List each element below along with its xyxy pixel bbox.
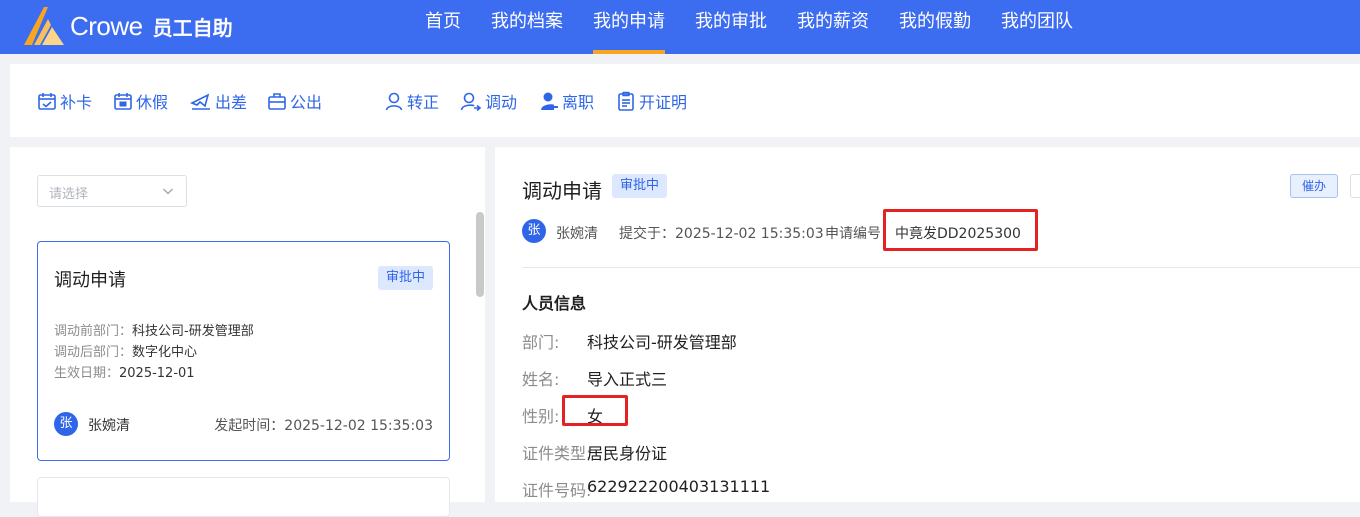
info-label-id-number: 证件号码: (522, 481, 592, 500)
highlight-box-application-number (883, 209, 1038, 251)
toolbar-business-trip[interactable]: 出差 (190, 90, 247, 112)
info-value-id-number: 622922200403131111 (587, 477, 771, 496)
list-scrollbar[interactable] (476, 212, 484, 297)
logo[interactable]: Crowe 员工自助 (20, 3, 260, 49)
card-submit-time: 发起时间：2025-12-02 15:35:03 (214, 418, 433, 434)
highlight-box-gender (562, 395, 628, 426)
plane-icon (190, 93, 210, 110)
toolbar-resignation[interactable]: 离职 (539, 90, 594, 112)
filter-select-placeholder: 请选择 (49, 187, 89, 202)
section-title-personnel-info: 人员信息 (522, 294, 587, 313)
toolbar-makeup-punch[interactable]: 补卡 (37, 90, 92, 112)
detail-divider (522, 267, 1360, 268)
detail-avatar: 张 (522, 219, 546, 243)
application-toolbar: 补卡 休假 出差 公出 转正 调动 离职 开证明 (10, 64, 1360, 137)
nav-my-approvals[interactable]: 我的审批 (680, 0, 782, 54)
card-status-badge: 审批中 (377, 266, 433, 290)
product-name: 员工自助 (152, 15, 233, 40)
application-card-next[interactable] (37, 477, 450, 517)
top-navigation-bar: Crowe 员工自助 首页 我的档案 我的申请 我的审批 我的薪资 我的假勤 我… (0, 0, 1360, 54)
toolbar-regularization[interactable]: 转正 (384, 90, 439, 112)
detail-user-name: 张婉清 (556, 226, 598, 242)
nav-profile[interactable]: 我的档案 (476, 0, 578, 54)
card-field-from-dept: 调动前部门：科技公司-研发管理部 (54, 324, 254, 339)
calendar-leave-icon (114, 93, 132, 110)
urge-button[interactable]: 催办 (1290, 174, 1338, 198)
more-button[interactable] (1350, 174, 1360, 198)
toolbar-official-out[interactable]: 公出 (267, 90, 322, 112)
crowe-logo-icon (24, 7, 64, 45)
application-card[interactable]: 调动申请 审批中 调动前部门：科技公司-研发管理部 调动后部门：数字化中心 生效… (37, 241, 450, 461)
toolbar-leave[interactable]: 休假 (113, 90, 168, 112)
chevron-down-icon (163, 188, 173, 195)
nav-home[interactable]: 首页 (410, 0, 476, 54)
nav-my-applications[interactable]: 我的申请 (578, 0, 680, 54)
calendar-check-icon (38, 93, 56, 110)
info-label-id-type: 证件类型: (522, 444, 592, 463)
info-label-department: 部门: (522, 333, 560, 352)
card-title: 调动申请 (54, 270, 126, 291)
application-detail-panel: 调动申请 审批中 催办 张 张婉清 提交于：2025-12-02 15:35:0… (495, 147, 1360, 502)
user-transfer-icon (460, 92, 482, 111)
card-user-name: 张婉清 (88, 418, 130, 434)
info-value-name: 导入正式三 (587, 370, 668, 389)
card-field-to-dept: 调动后部门：数字化中心 (54, 345, 198, 360)
filter-select[interactable]: 请选择 (37, 175, 187, 207)
brand-name: Crowe (70, 10, 143, 41)
clipboard-icon (618, 91, 634, 111)
application-list-panel: 请选择 调动申请 审批中 调动前部门：科技公司-研发管理部 调动后部门：数字化中… (10, 147, 485, 517)
nav-attendance[interactable]: 我的假勤 (884, 0, 986, 54)
briefcase-icon (268, 93, 286, 110)
info-label-gender: 性别: (522, 407, 560, 426)
card-avatar: 张 (54, 412, 78, 436)
info-value-id-type: 居民身份证 (587, 444, 668, 463)
info-label-name: 姓名: (522, 370, 560, 389)
detail-submitted-time: 提交于：2025-12-02 15:35:03 (619, 226, 824, 242)
info-value-department: 科技公司-研发管理部 (587, 333, 737, 352)
detail-title: 调动申请 (522, 179, 602, 203)
detail-status-badge: 审批中 (612, 174, 668, 198)
user-leave-icon (541, 92, 558, 110)
user-icon (385, 92, 403, 111)
detail-application-number-label: 申请编号 (825, 226, 881, 242)
nav-salary[interactable]: 我的薪资 (782, 0, 884, 54)
card-field-effective-date: 生效日期：2025-12-01 (54, 366, 195, 381)
main-nav: 首页 我的档案 我的申请 我的审批 我的薪资 我的假勤 我的团队 (410, 0, 1088, 54)
toolbar-transfer[interactable]: 调动 (460, 90, 517, 112)
toolbar-certificate[interactable]: 开证明 (616, 90, 687, 112)
nav-team[interactable]: 我的团队 (986, 0, 1088, 54)
